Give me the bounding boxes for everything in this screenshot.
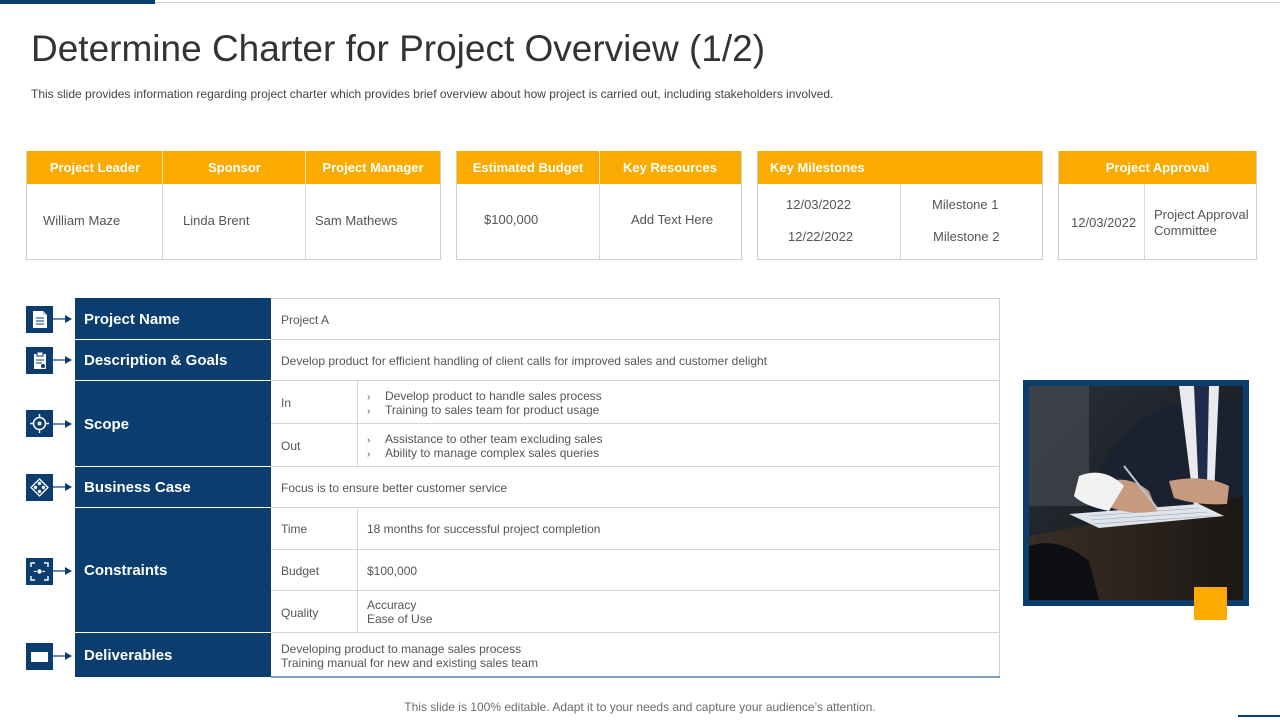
row-divider xyxy=(271,590,1000,591)
budget-value: $100,000 xyxy=(367,564,418,578)
clipboard-icon xyxy=(26,347,53,374)
header-project-approval: Project Approval xyxy=(1059,151,1256,184)
approval-date: 12/03/2022 xyxy=(1071,215,1137,230)
top-accent-bar xyxy=(0,0,155,4)
row-divider xyxy=(271,507,1000,508)
top-divider-line xyxy=(0,2,1280,3)
sponsor-value: Linda Brent xyxy=(183,213,250,228)
slide-subtitle: This slide provides information regardin… xyxy=(31,87,834,101)
footer-note: This slide is 100% editable. Adapt it to… xyxy=(404,700,876,714)
budget-label: Budget xyxy=(281,564,320,578)
column-divider xyxy=(599,184,600,259)
header-estimated-budget: Estimated Budget xyxy=(457,151,599,184)
quality-label: Quality xyxy=(281,606,319,620)
key-resources-value: Add Text Here xyxy=(631,212,714,227)
label-project-name: Project Name xyxy=(75,298,271,340)
column-divider xyxy=(162,184,163,259)
project-leader-value: William Maze xyxy=(43,213,121,228)
focus-icon xyxy=(26,558,53,585)
description-value: Develop product for efficient handling o… xyxy=(281,354,768,368)
milestone-2-name: Milestone 2 xyxy=(933,229,1000,244)
row-divider xyxy=(271,339,1000,340)
row-divider xyxy=(271,632,1000,633)
arrow-right-icon xyxy=(53,315,72,323)
label-deliverables: Deliverables xyxy=(75,633,271,677)
label-divider xyxy=(75,339,271,340)
sub-column-divider xyxy=(357,508,358,633)
header-key-milestones: Key Milestones xyxy=(758,151,1042,184)
deliverable-item: Developing product to manage sales proce… xyxy=(281,642,522,656)
rectangle-icon xyxy=(26,643,53,670)
column-divider xyxy=(305,184,306,259)
column-divider xyxy=(900,184,901,259)
column-divider xyxy=(305,151,306,184)
milestone-2-date: 12/22/2022 xyxy=(788,229,854,244)
scope-out-label: Out xyxy=(281,439,301,453)
approval-by-line2: Committee xyxy=(1154,223,1217,238)
estimated-budget-value: $100,000 xyxy=(484,212,539,227)
businessman-signing-document-photo xyxy=(1029,386,1243,600)
label-business-case: Business Case xyxy=(75,467,271,508)
label-divider xyxy=(75,466,271,467)
column-divider xyxy=(599,151,600,184)
scope-in-item: › Training to sales team for product usag… xyxy=(367,403,600,417)
label-constraints: Constraints xyxy=(75,508,271,633)
row-divider xyxy=(271,549,1000,550)
sub-column-divider xyxy=(357,381,358,467)
document-icon xyxy=(26,306,53,333)
row-divider xyxy=(271,380,1000,381)
deliverable-item: Training manual for new and existing sal… xyxy=(281,656,539,670)
quality-value: Ease of Use xyxy=(367,612,433,626)
arrow-right-icon xyxy=(53,567,72,575)
label-divider xyxy=(75,632,271,633)
time-value: 18 months for successful project complet… xyxy=(367,522,601,536)
network-icon xyxy=(26,474,53,501)
quality-value: Accuracy xyxy=(367,598,417,612)
header-sponsor: Sponsor xyxy=(163,151,306,184)
column-divider xyxy=(162,151,163,184)
bottom-accent-bar xyxy=(1238,715,1280,717)
accent-square xyxy=(1194,587,1227,620)
row-divider xyxy=(271,466,1000,467)
project-name-value: Project A xyxy=(281,313,330,327)
target-icon xyxy=(26,410,53,437)
header-key-resources: Key Resources xyxy=(599,151,741,184)
column-divider xyxy=(1144,184,1145,259)
chevron-right-icon: › xyxy=(367,449,371,460)
arrow-right-icon xyxy=(53,483,72,491)
slide-title: Determine Charter for Project Overview (… xyxy=(31,28,766,69)
header-project-leader: Project Leader xyxy=(27,151,163,184)
arrow-right-icon xyxy=(53,420,72,428)
approval-by-line1: Project Approval xyxy=(1154,207,1249,222)
row-divider xyxy=(271,423,1000,424)
milestone-1-name: Milestone 1 xyxy=(932,197,999,212)
business-case-value: Focus is to ensure better customer servi… xyxy=(281,481,508,495)
time-label: Time xyxy=(281,522,308,536)
project-manager-value: Sam Mathews xyxy=(315,213,398,228)
arrow-right-icon xyxy=(53,652,72,660)
header-project-manager: Project Manager xyxy=(306,151,440,184)
label-scope: Scope xyxy=(75,381,271,467)
milestone-1-date: 12/03/2022 xyxy=(786,197,852,212)
charter-table-bottom-line xyxy=(271,676,1000,678)
arrow-right-icon xyxy=(53,356,72,364)
scope-in-label: In xyxy=(281,396,292,410)
label-description-goals: Description & Goals xyxy=(75,340,271,381)
scope-out-item: › Ability to manage complex sales queries xyxy=(367,446,600,460)
label-divider xyxy=(75,507,271,508)
label-divider xyxy=(75,380,271,381)
chevron-right-icon: › xyxy=(367,406,371,417)
